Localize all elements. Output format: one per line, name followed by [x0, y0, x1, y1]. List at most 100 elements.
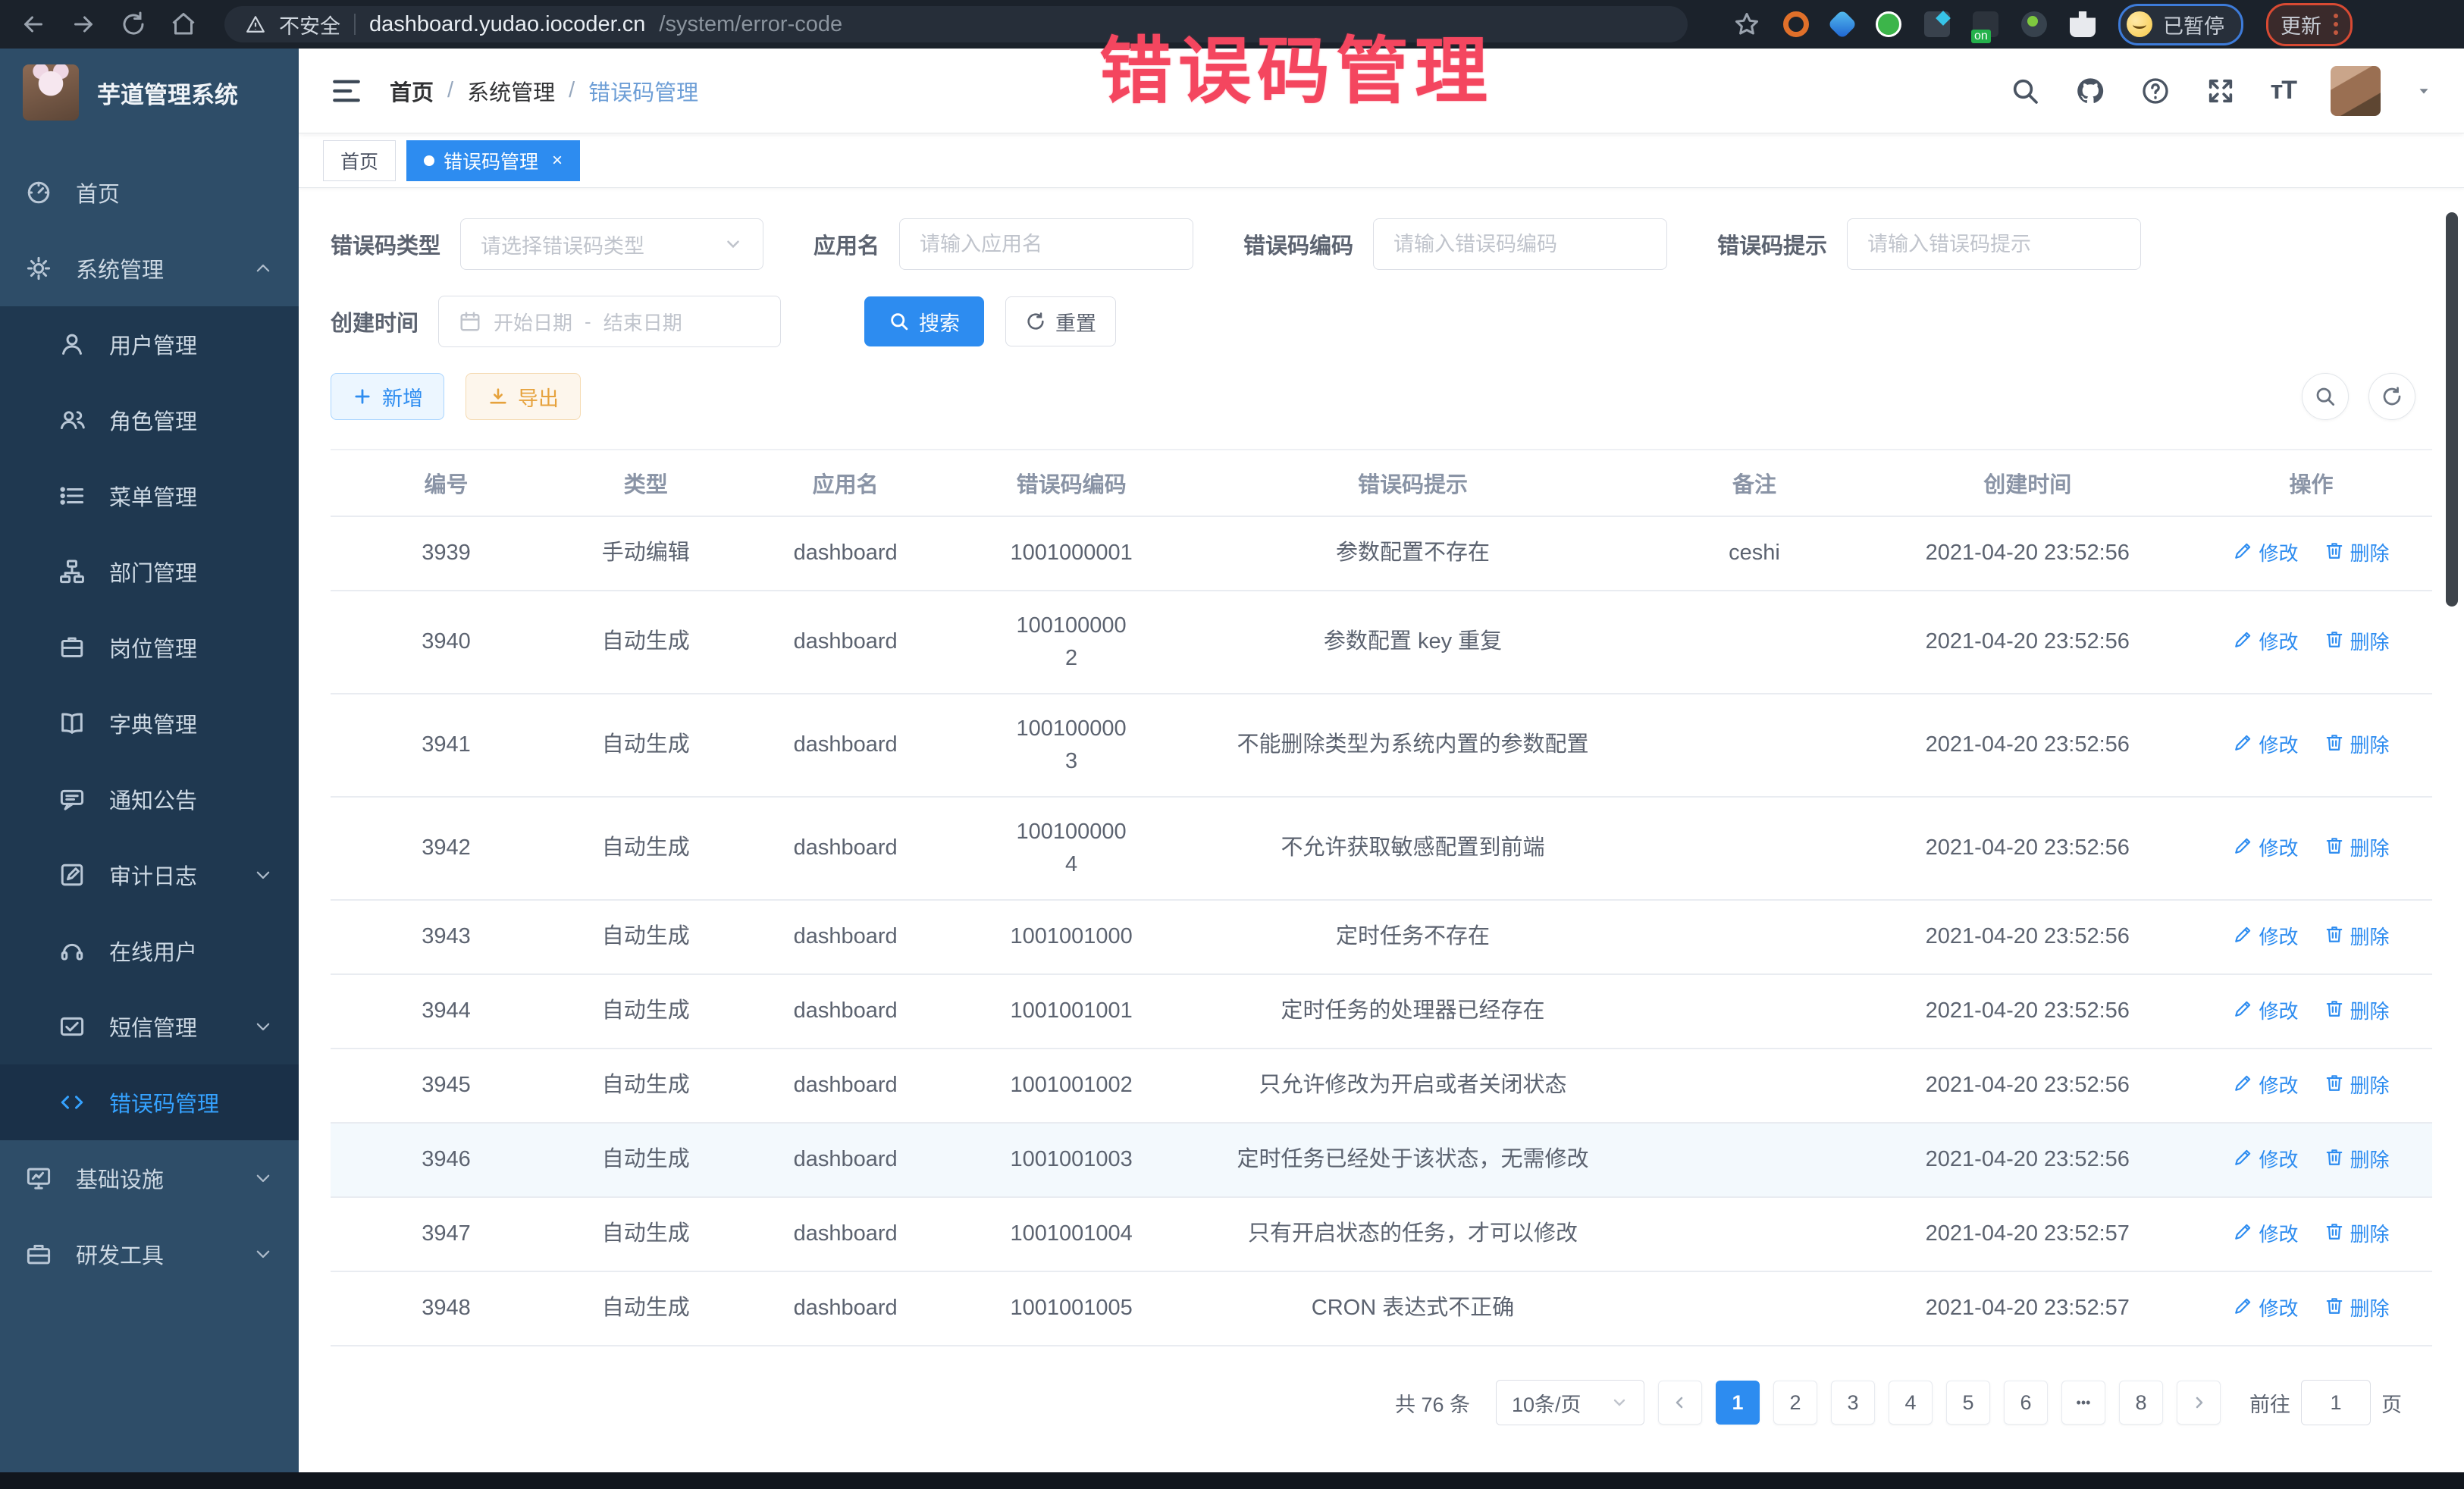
not-secure-label[interactable]: 不安全: [279, 10, 340, 39]
sidebar-item-label: 字典管理: [109, 707, 197, 739]
sidebar-item-4[interactable]: 菜单管理: [0, 458, 299, 534]
profile-paused-badge[interactable]: 已暂停: [2118, 4, 2243, 45]
delete-link[interactable]: 删除: [2324, 1294, 2390, 1324]
sidebar-logo[interactable]: 芋道管理系统: [0, 49, 299, 136]
extension-icon-switch[interactable]: [1973, 11, 1998, 37]
next-page-button[interactable]: [2177, 1381, 2221, 1425]
edit-link[interactable]: 修改: [2234, 923, 2299, 952]
refresh-table-button[interactable]: [2368, 373, 2415, 420]
sidebar-item-5[interactable]: 部门管理: [0, 534, 299, 610]
bookmark-star-icon[interactable]: [1733, 11, 1760, 38]
edit-link[interactable]: 修改: [2234, 1071, 2299, 1101]
page-button-6[interactable]: 6: [2004, 1381, 2048, 1425]
extension-icon-green[interactable]: [1876, 11, 1901, 37]
sidebar-item-13[interactable]: 基础设施: [0, 1140, 299, 1216]
extension-icon-grid[interactable]: [1924, 11, 1950, 37]
edit-link[interactable]: 修改: [2234, 731, 2299, 760]
end-date-placeholder[interactable]: 结束日期: [603, 308, 682, 336]
tab-0[interactable]: 首页: [323, 140, 396, 181]
extension-icon-orange[interactable]: [1783, 11, 1809, 37]
browser-home-icon[interactable]: [170, 11, 197, 38]
sidebar-item-2[interactable]: 用户管理: [0, 306, 299, 382]
close-icon[interactable]: ×: [552, 150, 563, 171]
breadcrumb-home[interactable]: 首页: [390, 75, 434, 107]
sidebar-item-1[interactable]: 系统管理: [0, 230, 299, 306]
date-range-picker[interactable]: 开始日期 - 结束日期: [438, 296, 781, 347]
edit-link[interactable]: 修改: [2234, 997, 2299, 1027]
tab-1[interactable]: 错误码管理×: [406, 140, 580, 181]
page-button-2[interactable]: 2: [1773, 1381, 1817, 1425]
sidebar-item-8[interactable]: 通知公告: [0, 761, 299, 837]
address-bar[interactable]: 不安全 dashboard.yudao.iocoder.cn/system/er…: [224, 6, 1688, 42]
prev-page-button[interactable]: [1658, 1381, 1702, 1425]
edit-link[interactable]: 修改: [2234, 1294, 2299, 1324]
github-icon[interactable]: [2075, 76, 2105, 106]
page-button-3[interactable]: 3: [1831, 1381, 1875, 1425]
delete-link[interactable]: 删除: [2324, 1220, 2390, 1249]
search-button[interactable]: 搜索: [864, 296, 984, 346]
url-path[interactable]: /system/error-code: [659, 12, 842, 37]
scrollbar-thumb[interactable]: [2446, 212, 2458, 607]
browser-reload-icon[interactable]: [120, 11, 147, 38]
export-button[interactable]: 导出: [466, 373, 581, 420]
add-button[interactable]: 新增: [331, 373, 444, 420]
delete-link[interactable]: 删除: [2324, 1146, 2390, 1175]
cell-code: 1001000003: [961, 702, 1182, 789]
edit-link[interactable]: 修改: [2234, 1220, 2299, 1249]
browser-update-button[interactable]: 更新: [2266, 3, 2353, 46]
cell-id: 3941: [331, 718, 562, 773]
delete-link[interactable]: 删除: [2324, 997, 2390, 1027]
delete-link[interactable]: 删除: [2324, 834, 2390, 864]
browser-menu-icon[interactable]: [2334, 14, 2338, 35]
cell-type: 自动生成: [562, 910, 730, 964]
url-host[interactable]: dashboard.yudao.iocoder.cn: [369, 12, 645, 37]
app-name-input[interactable]: [920, 233, 1173, 256]
sidebar-item-11[interactable]: 短信管理: [0, 989, 299, 1064]
user-avatar[interactable]: [2331, 66, 2381, 116]
delete-link[interactable]: 删除: [2324, 731, 2390, 760]
delete-link[interactable]: 删除: [2324, 539, 2390, 569]
toggle-search-button[interactable]: [2302, 373, 2349, 420]
edit-link[interactable]: 修改: [2234, 834, 2299, 864]
page-button-5[interactable]: 5: [1946, 1381, 1990, 1425]
delete-link[interactable]: 删除: [2324, 923, 2390, 952]
sidebar-item-3[interactable]: 角色管理: [0, 382, 299, 458]
help-question-icon[interactable]: [2140, 76, 2171, 106]
hamburger-icon[interactable]: [331, 75, 362, 107]
sidebar-item-12[interactable]: 错误码管理: [0, 1064, 299, 1140]
extension-icon-gem[interactable]: [1827, 9, 1857, 39]
extensions-puzzle-icon[interactable]: [2070, 11, 2096, 37]
edit-link[interactable]: 修改: [2234, 539, 2299, 569]
error-type-select[interactable]: 请选择错误码类型: [460, 218, 763, 270]
error-msg-input[interactable]: [1867, 233, 2121, 256]
browser-forward-icon[interactable]: [70, 11, 97, 38]
page-button-4[interactable]: 4: [1889, 1381, 1933, 1425]
sidebar-item-9[interactable]: 审计日志: [0, 837, 299, 913]
page-button-8[interactable]: 8: [2119, 1381, 2163, 1425]
edit-link[interactable]: 修改: [2234, 628, 2299, 657]
browser-back-icon[interactable]: [20, 11, 47, 38]
header-search-icon[interactable]: [2010, 76, 2040, 106]
breadcrumb-system[interactable]: 系统管理: [467, 75, 555, 107]
page-button-1[interactable]: 1: [1716, 1381, 1760, 1425]
sidebar-item-14[interactable]: 研发工具: [0, 1216, 299, 1292]
sidebar-item-10[interactable]: 在线用户: [0, 913, 299, 989]
page-size-select[interactable]: 10条/页: [1496, 1380, 1644, 1425]
delete-link[interactable]: 删除: [2324, 1071, 2390, 1101]
reset-button[interactable]: 重置: [1005, 296, 1116, 346]
cell-app: dashboard: [730, 1281, 961, 1336]
start-date-placeholder[interactable]: 开始日期: [494, 308, 572, 336]
error-code-input[interactable]: [1393, 233, 1647, 256]
goto-page-input[interactable]: [2301, 1380, 2371, 1425]
avatar-caret-down-icon[interactable]: [2415, 83, 2432, 99]
delete-link[interactable]: 删除: [2324, 628, 2390, 657]
cell-msg: 不允许获取敏感配置到前端: [1182, 821, 1644, 876]
sidebar-item-7[interactable]: 字典管理: [0, 685, 299, 761]
edit-link[interactable]: 修改: [2234, 1146, 2299, 1175]
sidebar-item-0[interactable]: 首页: [0, 155, 299, 230]
font-size-icon[interactable]: тT: [2271, 76, 2296, 105]
extension-icon-key[interactable]: [2021, 11, 2047, 37]
sidebar-item-6[interactable]: 岗位管理: [0, 610, 299, 685]
fullscreen-icon[interactable]: [2205, 76, 2236, 106]
more-pages-button[interactable]: •••: [2061, 1381, 2105, 1425]
